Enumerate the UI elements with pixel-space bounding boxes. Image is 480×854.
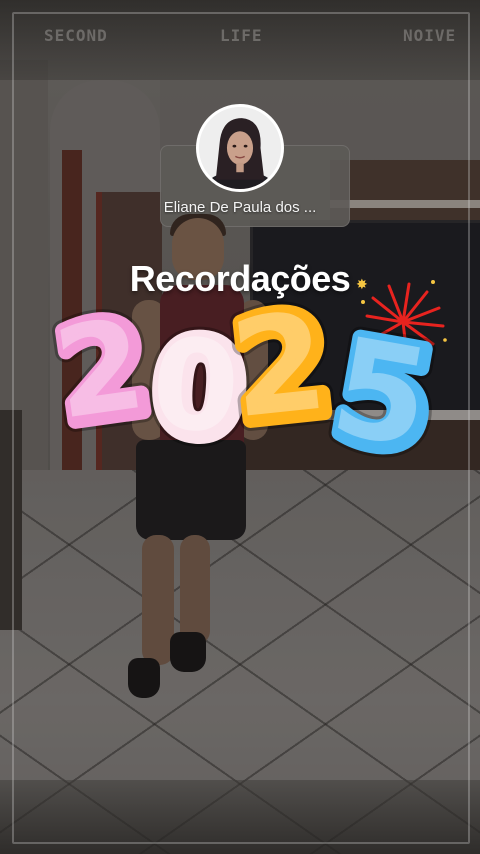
avatar-photo-icon (199, 107, 281, 189)
year-digit-4: 555 (311, 298, 457, 497)
profile-avatar[interactable] (196, 104, 284, 192)
header-word-3: NOIVE (403, 26, 457, 45)
header-word-2: LIFE (220, 26, 263, 45)
year-digit-1: 222 (37, 279, 170, 464)
year-sticker: 222000222555 (37, 272, 458, 497)
profile-name[interactable]: Eliane De Paula dos ... (0, 199, 480, 216)
year-digit-3: 222 (215, 272, 351, 466)
svg-text:2: 2 (224, 282, 333, 448)
story-screen: SECOND LIFE NOIVE Eliane De Paula dos ..… (0, 0, 480, 854)
year-balloon-graphic: 222000222555 (37, 272, 457, 497)
header-word-1: SECOND (44, 26, 108, 45)
